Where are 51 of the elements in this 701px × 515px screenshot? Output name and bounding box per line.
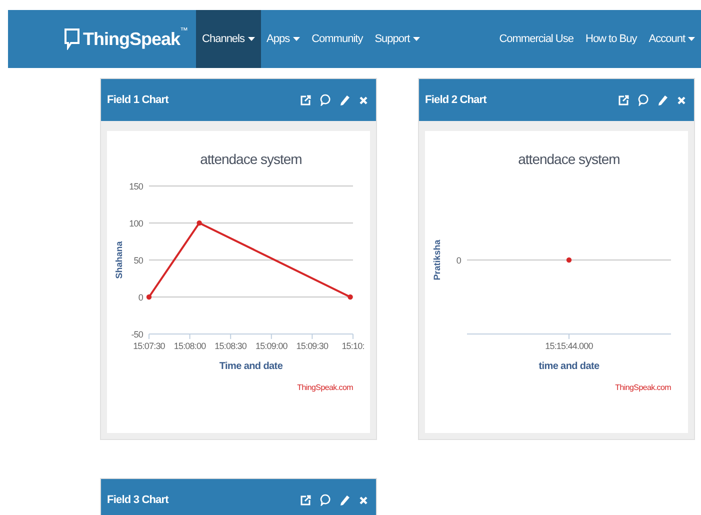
x-tick-label: 15:09:00 [255,341,288,351]
pencil-icon[interactable] [658,94,668,106]
y-axis-title: Shahana [114,241,124,279]
x-tick-label: 15:08:00 [174,341,206,351]
y-tick-label: 0 [138,292,143,302]
nav-item[interactable]: Apps [260,10,306,68]
external-link-icon[interactable] [618,94,629,106]
trademark: ™ [180,26,188,35]
pencil-icon[interactable] [340,94,350,106]
speech-bubble-icon [64,28,80,50]
y-tick-label: -50 [131,330,143,340]
x-tick-label: 15:15:44.000 [545,341,593,351]
x-tick-label: 15:09:30 [296,341,328,351]
x-tick-label: 15:10: [342,341,364,351]
nav-item[interactable]: Commercial Use [493,10,580,68]
nav-item[interactable]: Community [306,10,369,68]
comment-icon[interactable] [320,494,331,506]
close-icon[interactable] [359,96,368,104]
y-tick-label: 50 [134,256,143,266]
brand-logo[interactable]: ThingSpeak™ [8,10,196,68]
credit-link[interactable]: ThingSpeak.com [297,383,353,392]
comment-icon[interactable] [320,94,331,106]
chart-title: attendace system [200,151,302,167]
data-point [196,220,202,226]
card-title: Field 3 Chart [107,494,168,506]
nav-item[interactable]: Support [368,10,426,68]
comment-icon[interactable] [638,94,649,106]
chart-title: attendace system [518,151,620,167]
x-axis-title: time and date [538,361,600,372]
pencil-icon[interactable] [340,494,350,506]
y-axis-title: Pratiksha [432,240,442,280]
y-tick-label: 0 [456,256,461,266]
credit-link[interactable]: ThingSpeak.com [615,383,671,392]
external-link-icon[interactable] [300,94,311,106]
y-tick-label: 150 [129,182,143,192]
card-title: Field 1 Chart [107,94,168,106]
external-link-icon[interactable] [300,494,311,506]
data-point [348,294,353,300]
close-icon[interactable] [359,496,368,504]
card-title: Field 2 Chart [425,94,486,106]
brand-name: ThingSpeak [83,28,180,50]
data-point [146,294,152,300]
x-tick-label: 15:07:30 [133,341,165,351]
data-point [566,257,572,263]
close-icon[interactable] [677,96,686,104]
nav-item[interactable]: Account [642,10,701,68]
x-axis-title: Time and date [219,361,283,372]
x-tick-label: 15:08:30 [214,341,247,351]
nav-item[interactable]: Channels [196,10,260,68]
nav-item[interactable]: How to Buy [580,10,643,68]
y-tick-label: 100 [129,218,143,228]
